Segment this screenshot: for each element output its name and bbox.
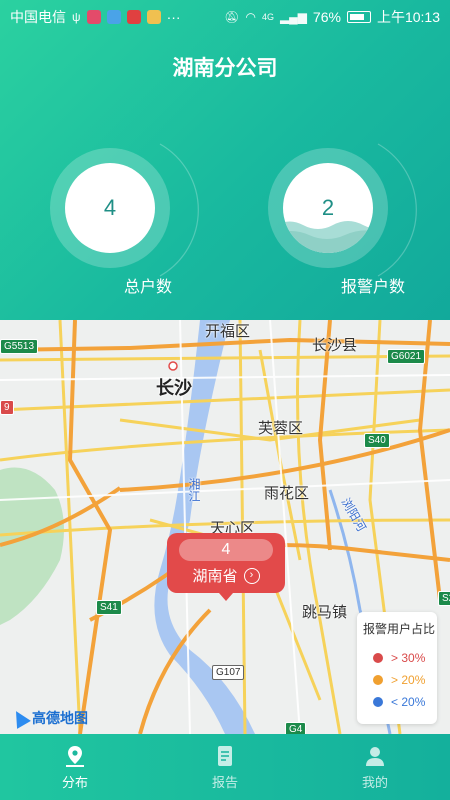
signal-icon: ▂▄▆ xyxy=(279,10,307,24)
map-view[interactable]: 开福区 长沙县 长沙 芙蓉区 雨花区 天心区 跳马镇 湘江 浏阳河 G5513 … xyxy=(0,320,450,734)
map-label-yuhua: 雨花区 xyxy=(264,485,310,502)
usb-icon: ψ xyxy=(72,10,81,24)
app-notification-icon xyxy=(86,10,101,24)
legend-title: 报警用户占比 xyxy=(363,622,436,636)
map-label-changsha: 长沙 xyxy=(156,378,192,398)
orange-dot-icon xyxy=(373,675,383,685)
legend-label: < 20% xyxy=(391,695,426,709)
wifi-icon: ◠ xyxy=(245,10,256,24)
status-bar: 中国电信 ψ ··· 🔕︎ ◠ 4G ▂▄▆ 76% 上午10:13 xyxy=(0,0,450,34)
more-notifications: ··· xyxy=(166,9,181,25)
map-label-furong: 芙蓉区 xyxy=(258,420,304,437)
app-notification-icon xyxy=(146,10,161,24)
road-tag: S41 xyxy=(96,600,122,615)
total-households-gauge: 4 xyxy=(50,148,170,268)
amap-logo-icon xyxy=(9,707,31,729)
map-label-tiaoma: 跳马镇 xyxy=(302,604,348,621)
network-type: 4G xyxy=(261,12,274,22)
alarm-ratio-legend: 报警用户占比 > 30% > 20% < 20% xyxy=(357,612,437,724)
mute-icon: 🔕︎ xyxy=(224,10,240,24)
app-notification-icon xyxy=(106,10,121,24)
blue-dot-icon xyxy=(373,697,383,707)
road-tag: G4 xyxy=(285,722,307,734)
map-label-changshaxian: 长沙县 xyxy=(312,337,358,354)
road-tag: G107 xyxy=(212,665,245,680)
carrier-text: 中国电信 xyxy=(10,9,66,25)
legend-item: > 30% xyxy=(363,647,431,669)
amap-logo-text: 高德地图 xyxy=(32,710,88,726)
tab-report[interactable]: 报告 xyxy=(150,734,300,800)
tab-label: 我的 xyxy=(361,774,388,790)
clock: 上午10:13 xyxy=(376,9,440,25)
alarm-households-value: 2 xyxy=(321,195,335,220)
map-label-xiangjiang: 湘江 xyxy=(187,478,201,502)
report-icon xyxy=(218,745,232,766)
alarm-households-gauge: 2 xyxy=(268,148,388,268)
road-tag: S40 xyxy=(364,433,390,448)
user-icon xyxy=(366,746,384,766)
road-tag: G6021 xyxy=(387,349,426,364)
tab-label: 分布 xyxy=(61,774,88,790)
total-households-label: 总户数 xyxy=(123,279,172,296)
app-notification-icon xyxy=(126,10,141,24)
legend-label: > 20% xyxy=(391,673,426,687)
legend-item: < 20% xyxy=(363,691,431,713)
road-tag: G5513 xyxy=(0,339,39,354)
header-panel: 中国电信 ψ ··· 🔕︎ ◠ 4G ▂▄▆ 76% 上午10:13 湖南分公司… xyxy=(0,0,450,320)
province-marker[interactable]: 4 湖南省 › xyxy=(167,533,285,601)
tab-distribution[interactable]: 分布 xyxy=(0,734,150,800)
legend-label: > 30% xyxy=(391,651,426,665)
total-households-value: 4 xyxy=(103,195,117,220)
tab-mine[interactable]: 我的 xyxy=(300,734,450,800)
battery-icon xyxy=(346,11,371,23)
legend-item: > 20% xyxy=(363,669,431,691)
page-title: 湖南分公司 xyxy=(172,57,278,80)
tab-label: 报告 xyxy=(211,774,238,790)
red-dot-icon xyxy=(373,653,383,663)
battery-percent: 76% xyxy=(312,9,341,25)
map-label-kaifu: 开福区 xyxy=(205,323,251,340)
province-name: 湖南省 xyxy=(192,568,238,585)
map-pin-icon xyxy=(66,745,84,767)
alarm-households-label: 报警户数 xyxy=(340,279,405,296)
road-tag: S2 xyxy=(438,591,450,606)
road-tag: 9 xyxy=(0,400,14,415)
chevron-right-icon: › xyxy=(243,567,260,584)
amap-logo: 高德地图 xyxy=(9,707,88,729)
province-count: 4 xyxy=(179,539,273,561)
bottom-tab-bar: 分布 报告 我的 xyxy=(0,734,450,800)
